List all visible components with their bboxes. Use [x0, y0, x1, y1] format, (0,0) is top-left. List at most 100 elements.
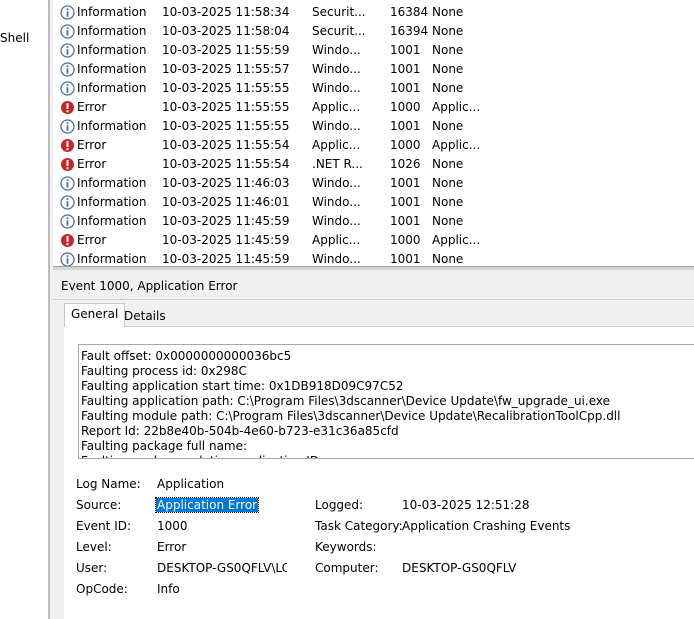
event-level: Information — [77, 176, 147, 190]
event-source: Securit... — [312, 24, 366, 38]
tab-details[interactable]: Details — [117, 305, 173, 327]
event-task-category: None — [432, 176, 464, 190]
event-level: Error — [77, 100, 107, 114]
logged-label: Logged: — [315, 498, 364, 512]
event-list[interactable]: Information 10-03-2025 11:58:34 Securit...… — [53, 0, 694, 266]
event-task-category: Applic... — [432, 233, 481, 247]
event-task-category: None — [432, 24, 464, 38]
event-date: 10-03-2025 11:46:03 — [162, 176, 290, 190]
event-date: 10-03-2025 11:58:04 — [162, 24, 290, 38]
event-task-category: None — [432, 195, 464, 209]
source-value[interactable]: Application Error — [154, 497, 260, 513]
event-row[interactable]: Error 10-03-2025 11:55:55 Applic... 1000 App… — [53, 99, 694, 118]
opcode-label: OpCode: — [76, 582, 128, 596]
computer-value: DESKTOP-GS0QFLV — [402, 561, 517, 575]
tree-item-shell[interactable]: Shell — [0, 31, 29, 45]
event-date: 10-03-2025 11:55:55 — [162, 100, 290, 114]
event-level: Information — [77, 195, 147, 209]
event-date: 10-03-2025 11:45:59 — [162, 252, 290, 266]
general-tab-panel: Fault offset: 0x0000000000036bc5 Faulting… — [64, 326, 694, 619]
event-id-value: 1000 — [157, 519, 188, 533]
event-row[interactable]: Error 10-03-2025 11:45:59 Applic... 1000 App… — [53, 232, 694, 251]
event-date: 10-03-2025 11:58:34 — [162, 5, 290, 19]
event-task-category: None — [432, 62, 464, 76]
tab-general[interactable]: General — [64, 303, 126, 327]
event-id: 1001 — [390, 119, 421, 133]
event-row[interactable]: Information 10-03-2025 11:55:57 Windo... 10… — [53, 61, 694, 80]
user-value: DESKTOP-GS0QFLV\LOLI — [157, 561, 287, 575]
event-source: Applic... — [312, 233, 361, 247]
event-id: 1001 — [390, 176, 421, 190]
error-icon — [61, 139, 74, 152]
event-level: Information — [77, 252, 147, 266]
event-task-category: Applic... — [432, 138, 481, 152]
event-date: 10-03-2025 11:55:54 — [162, 138, 290, 152]
information-icon — [60, 5, 75, 20]
details-title-divider — [53, 299, 694, 300]
event-source: Applic... — [312, 138, 361, 152]
event-id-label: Event ID: — [76, 519, 132, 533]
information-icon — [60, 176, 75, 191]
description-line: Report Id: 22b8e40b-504b-4e60-b723-e31c3… — [81, 424, 399, 438]
event-row[interactable]: Information 10-03-2025 11:45:59 Windo... 10… — [53, 251, 694, 266]
event-level: Information — [77, 5, 147, 19]
information-icon — [60, 195, 75, 210]
information-icon — [60, 214, 75, 229]
event-row[interactable]: Information 10-03-2025 11:55:59 Windo... 10… — [53, 42, 694, 61]
level-label: Level: — [76, 540, 112, 554]
event-task-category: Applic... — [432, 100, 481, 114]
event-row[interactable]: Error 10-03-2025 11:55:54 Applic... 1000 App… — [53, 137, 694, 156]
description-textbox[interactable]: Fault offset: 0x0000000000036bc5 Faulting… — [78, 344, 694, 459]
event-id: 1001 — [390, 214, 421, 228]
event-source: Securit... — [312, 5, 366, 19]
event-date: 10-03-2025 11:55:54 — [162, 157, 290, 171]
event-level: Information — [77, 81, 147, 95]
event-date: 10-03-2025 11:55:55 — [162, 119, 290, 133]
logged-value: 10-03-2025 12:51:28 — [402, 498, 530, 512]
event-id: 1001 — [390, 62, 421, 76]
event-source: Windo... — [312, 214, 361, 228]
event-task-category: None — [432, 81, 464, 95]
event-source: Windo... — [312, 176, 361, 190]
error-icon — [61, 158, 74, 171]
event-source: Windo... — [312, 195, 361, 209]
opcode-value: Info — [157, 582, 180, 596]
event-id: 1000 — [390, 233, 421, 247]
event-date: 10-03-2025 11:45:59 — [162, 233, 290, 247]
event-row[interactable]: Information 10-03-2025 11:46:01 Windo... 10… — [53, 194, 694, 213]
event-source: Windo... — [312, 119, 361, 133]
event-source: Windo... — [312, 62, 361, 76]
event-row[interactable]: Information 10-03-2025 11:45:59 Windo... 10… — [53, 213, 694, 232]
event-level: Information — [77, 214, 147, 228]
details-title: Event 1000, Application Error — [61, 279, 238, 293]
event-level: Error — [77, 157, 107, 171]
event-row[interactable]: Error 10-03-2025 11:55:54 .NET R... 1026 Non… — [53, 156, 694, 175]
information-icon — [60, 24, 75, 39]
event-row[interactable]: Information 10-03-2025 11:58:34 Securit...… — [53, 4, 694, 23]
event-row[interactable]: Information 10-03-2025 11:55:55 Windo... 10… — [53, 118, 694, 137]
error-icon — [61, 234, 74, 247]
event-date: 10-03-2025 11:55:57 — [162, 62, 290, 76]
event-id: 1026 — [390, 157, 421, 171]
computer-label: Computer: — [315, 561, 379, 575]
level-value: Error — [157, 540, 187, 554]
information-icon — [60, 252, 75, 266]
task-category-label: Task Category: — [315, 519, 403, 533]
event-row[interactable]: Information 10-03-2025 11:58:04 Securit...… — [53, 23, 694, 42]
event-row[interactable]: Information 10-03-2025 11:46:03 Windo... 10… — [53, 175, 694, 194]
event-level: Information — [77, 119, 147, 133]
event-source: Applic... — [312, 100, 361, 114]
user-label: User: — [76, 561, 108, 575]
event-id: 1001 — [390, 252, 421, 266]
description-line: Faulting application start time: 0x1DB91… — [81, 379, 404, 393]
left-tree-pane: Shell — [0, 0, 48, 619]
task-category-value: Application Crashing Events — [402, 519, 571, 533]
event-row[interactable]: Information 10-03-2025 11:55:55 Windo... 10… — [53, 80, 694, 99]
event-id: 1001 — [390, 43, 421, 57]
log-name-value: Application — [157, 477, 225, 491]
keywords-label: Keywords: — [315, 540, 377, 554]
event-id: 1001 — [390, 195, 421, 209]
information-icon — [60, 43, 75, 58]
event-date: 10-03-2025 11:55:59 — [162, 43, 290, 57]
description-line: Faulting package full name: — [81, 439, 248, 453]
